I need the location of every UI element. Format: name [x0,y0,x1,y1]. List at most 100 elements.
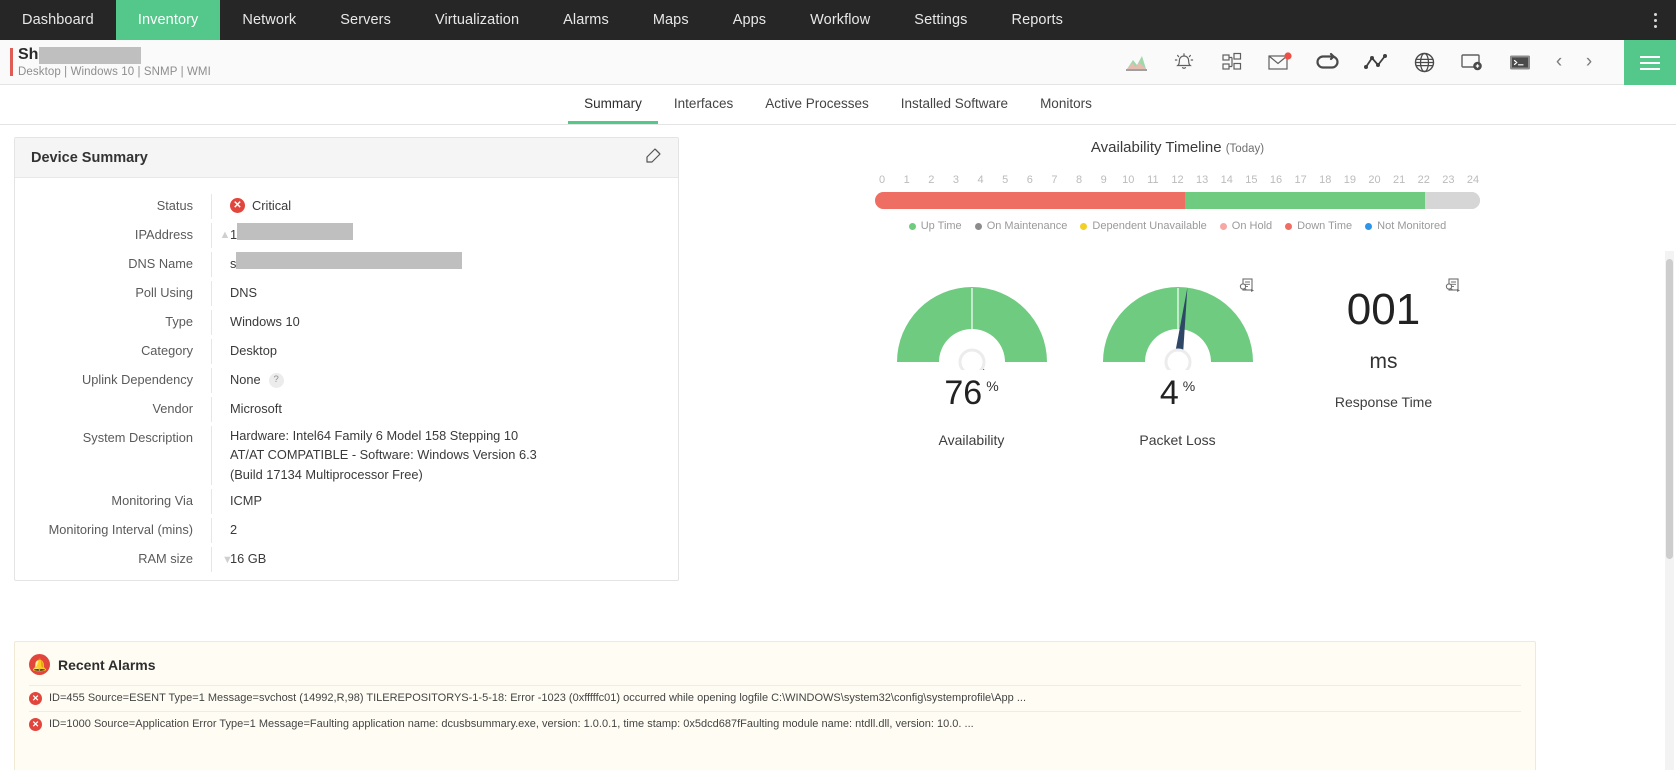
packet-loss-number: 4 [1159,374,1179,412]
legend-item-on-hold[interactable]: On Hold [1219,220,1272,232]
terminal-icon[interactable] [1496,40,1544,85]
recent-alarms-header: 🔔 Recent Alarms [29,654,1521,675]
field-value: None ? [211,367,678,393]
nav-item-maps[interactable]: Maps [631,0,711,40]
legend-label: On Maintenance [986,220,1068,232]
timeline-tick: 3 [952,174,959,186]
timeline-legend: Up Time On Maintenance Dependent Unavailab… [875,220,1480,232]
packet-loss-value: 4 % [1160,376,1195,410]
timeline-tick: 0 [878,174,886,186]
link-loop-icon[interactable] [1304,40,1352,85]
tab-monitors[interactable]: Monitors [1024,85,1108,124]
timeline-tick: 15 [1245,174,1258,186]
packet-loss-report-icon[interactable] [1239,278,1255,298]
legend-item-down-time[interactable]: Down Time [1285,220,1352,232]
topology-icon[interactable] [1208,40,1256,85]
field-value: Microsoft [211,396,678,422]
summary-row-vendor: Vendor Microsoft [15,395,678,424]
alarm-bell-icon: 🔔 [29,654,50,675]
alarm-list-item[interactable]: ✕ ID=1000 Source=Application Error Type=… [29,710,1521,737]
alert-bell-icon[interactable] [1160,40,1208,85]
summary-row-status: Status ✕ Critical [15,192,678,221]
next-device-button[interactable]: › [1574,40,1604,85]
summary-row-ipaddress: IPAddress 1 [15,221,678,250]
more-options-kebab-icon[interactable] [1642,0,1668,40]
tab-installed-software[interactable]: Installed Software [885,85,1024,124]
legend-item-dependent-unavailable[interactable]: Dependent Unavailable [1080,220,1207,232]
device-toolbar: ‹ › [1112,40,1604,84]
legend-dot-icon [1285,222,1293,230]
mail-notify-icon[interactable] [1256,40,1304,85]
timeline-segment-not-monitored[interactable] [1424,192,1480,209]
field-label: Type [165,313,193,329]
field-value: 2 [211,518,678,544]
ip-address-redaction [237,222,354,240]
tab-interfaces[interactable]: Interfaces [658,85,749,124]
packet-loss-gauge-arc [1102,287,1253,370]
field-value: s [211,251,678,277]
field-label: Poll Using [135,284,193,300]
edit-pencil-icon[interactable] [645,147,662,169]
timeline-tick: 7 [1051,174,1058,186]
legend-dot-icon [1080,222,1088,230]
summary-scroll-up-icon[interactable]: ▲ [218,230,232,241]
help-question-icon[interactable]: ? [268,372,284,388]
timeline-tick: 21 [1393,174,1406,186]
dns-name-redaction [236,251,463,269]
nav-item-network[interactable]: Network [220,0,318,40]
field-label: DNS Name [128,255,193,271]
recent-alarms-panel: 🔔 Recent Alarms ✕ ID=455 Source=ESENT Ty… [14,641,1536,770]
area-chart-icon[interactable] [1112,40,1160,85]
legend-item-on-maintenance[interactable]: On Maintenance [974,220,1068,232]
alarm-message: ID=1000 Source=Application Error Type=1 … [49,717,974,730]
previous-device-button[interactable]: ‹ [1544,40,1574,85]
nav-item-servers[interactable]: Servers [318,0,413,40]
response-time-report-icon[interactable] [1445,278,1461,298]
timeline-tick: 11 [1147,174,1159,186]
sidebar-menu-toggle[interactable] [1624,40,1676,85]
nav-item-dashboard[interactable]: Dashboard [0,0,116,40]
summary-row-monitoring-via: Monitoring Via ICMP [15,487,678,516]
nav-item-virtualization[interactable]: Virtualization [413,0,541,40]
timeline-segment-up-time[interactable] [1185,192,1425,209]
availability-unit: % [986,378,999,394]
nav-item-reports[interactable]: Reports [990,0,1085,40]
timeline-title-period: (Today) [1225,143,1265,155]
alarm-list-item[interactable]: ✕ ID=455 Source=ESENT Type=1 Message=svc… [29,685,1521,711]
remote-desktop-icon[interactable] [1448,40,1496,85]
line-chart-icon[interactable] [1352,40,1400,85]
timeline-tick: 8 [1075,174,1083,186]
nav-item-settings[interactable]: Settings [892,0,989,40]
timeline-tick: 10 [1122,174,1135,186]
nav-item-inventory[interactable]: Inventory [115,0,221,40]
globe-icon[interactable] [1400,40,1448,85]
summary-row-polluring: Poll Using DNS [15,279,678,308]
nav-item-apps[interactable]: Apps [711,0,788,40]
field-value: 1 [211,222,678,248]
timeline-tick: 23 [1442,174,1455,186]
response-time-value: 001 [1346,285,1421,334]
legend-item-not-monitored[interactable]: Not Monitored [1365,220,1446,232]
scrollbar-thumb[interactable] [1666,259,1673,559]
timeline-tick: 22 [1417,174,1430,186]
summary-row-category: Category Desktop [15,337,678,366]
metric-gauges: 76 % Availability 4 % Packet Loss 001 ms… [679,270,1676,448]
response-time-label: Response Time [1334,394,1433,410]
recent-alarms-title: Recent Alarms [58,656,156,673]
timeline-tick: 6 [1026,174,1033,186]
timeline-tick: 5 [1002,174,1009,186]
timeline-segment-down-time[interactable] [875,192,1186,209]
summary-scroll-down-icon[interactable]: ▼ [222,554,233,566]
tab-active-processes[interactable]: Active Processes [749,85,885,124]
device-identity: Sh Desktop | Windows 10 | SNMP | WMI [0,40,211,84]
field-value: Hardware: Intel64 Family 6 Model 158 Ste… [211,425,541,486]
nav-item-workflow[interactable]: Workflow [788,0,892,40]
nav-item-alarms[interactable]: Alarms [541,0,631,40]
tab-summary[interactable]: Summary [568,85,658,124]
availability-number: 76 [944,374,983,412]
timeline-bar[interactable] [875,192,1480,209]
legend-dot-icon [974,222,982,230]
summary-row-dnsname: DNS Name s [15,250,678,279]
legend-item-up-time[interactable]: Up Time [908,220,962,232]
page-scrollbar[interactable] [1665,251,1674,770]
